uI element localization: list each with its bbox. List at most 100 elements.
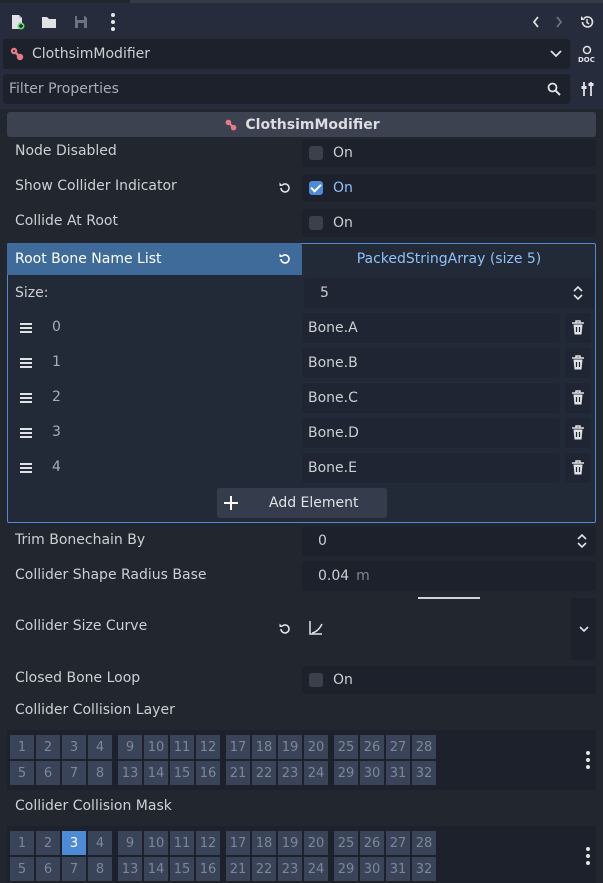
slider-grabber[interactable] [418,597,480,599]
filter-properties-field[interactable]: Filter Properties [3,74,570,104]
trash-icon[interactable] [565,313,591,343]
history-icon[interactable] [576,11,598,33]
chevron-right-icon[interactable] [548,11,570,33]
revert-icon[interactable] [277,621,293,637]
collision-layer-bit-3[interactable]: 3 [62,735,86,759]
collision-mask-bit-26[interactable]: 26 [360,831,384,855]
doc-icon[interactable]: DOC [575,43,599,65]
collision-layer-bit-13[interactable]: 13 [118,761,142,785]
kebab-menu-icon[interactable] [102,11,124,33]
collision-mask-bit-25[interactable]: 25 [334,831,358,855]
root-bone-name-list-value[interactable]: PackedStringArray (size 5) [302,243,596,275]
collision-layer-bit-22[interactable]: 22 [252,761,276,785]
collision-layer-bit-10[interactable]: 10 [144,735,168,759]
closed-bone-loop-checkbox[interactable]: On [302,666,596,694]
collision-mask-bit-7[interactable]: 7 [62,857,86,881]
collision-layer-bit-26[interactable]: 26 [360,735,384,759]
trash-icon[interactable] [565,348,591,378]
collision-layer-bit-5[interactable]: 5 [10,761,34,785]
collision-layer-bit-6[interactable]: 6 [36,761,60,785]
revert-icon[interactable] [277,180,293,196]
revert-icon[interactable] [278,252,292,266]
collision-layer-bit-14[interactable]: 14 [144,761,168,785]
trash-icon[interactable] [565,453,591,483]
drag-handle-icon[interactable] [20,323,32,333]
collision-layer-bit-9[interactable]: 9 [118,735,142,759]
array-item-field[interactable]: Bone.D [302,418,560,448]
collision-mask-bit-8[interactable]: 8 [88,857,112,881]
array-item-field[interactable]: Bone.B [302,348,560,378]
collision-mask-bit-22[interactable]: 22 [252,857,276,881]
collision-mask-bit-31[interactable]: 31 [386,857,410,881]
collision-mask-bit-19[interactable]: 19 [278,831,302,855]
collision-mask-bit-13[interactable]: 13 [118,857,142,881]
collision-mask-bit-2[interactable]: 2 [36,831,60,855]
collision-mask-bit-32[interactable]: 32 [412,857,436,881]
collide-at-root-checkbox[interactable]: On [302,209,596,237]
collision-mask-bit-12[interactable]: 12 [196,831,220,855]
kebab-menu-icon[interactable] [586,751,590,769]
collision-layer-bit-7[interactable]: 7 [62,761,86,785]
collision-mask-bit-21[interactable]: 21 [226,857,250,881]
trim-bonechain-by-spinbox[interactable]: 0 [302,526,596,556]
collision-mask-bit-27[interactable]: 27 [386,831,410,855]
collision-layer-bit-30[interactable]: 30 [360,761,384,785]
collision-mask-bit-20[interactable]: 20 [304,831,328,855]
drag-handle-icon[interactable] [20,393,32,403]
new-file-icon[interactable] [6,11,28,33]
collision-mask-bit-1[interactable]: 1 [10,831,34,855]
collision-layer-bit-29[interactable]: 29 [334,761,358,785]
curve-preview-icon[interactable] [308,620,324,640]
collider-shape-radius-base-field[interactable]: 0.04 m [302,561,596,591]
collision-mask-bit-11[interactable]: 11 [170,831,194,855]
array-size-spinbox[interactable]: 5 [304,278,594,308]
collision-mask-bit-10[interactable]: 10 [144,831,168,855]
trash-icon[interactable] [565,383,591,413]
collision-mask-bit-17[interactable]: 17 [226,831,250,855]
collision-layer-bit-25[interactable]: 25 [334,735,358,759]
array-item-field[interactable]: Bone.E [302,453,560,483]
collision-layer-bit-28[interactable]: 28 [412,735,436,759]
collision-mask-bit-28[interactable]: 28 [412,831,436,855]
array-item-field[interactable]: Bone.A [302,313,560,343]
tools-icon[interactable] [577,78,599,100]
collision-layer-bit-21[interactable]: 21 [226,761,250,785]
collision-layer-bit-27[interactable]: 27 [386,735,410,759]
collision-layer-bit-18[interactable]: 18 [252,735,276,759]
collision-layer-bit-2[interactable]: 2 [36,735,60,759]
collision-layer-bit-1[interactable]: 1 [10,735,34,759]
collision-layer-bit-11[interactable]: 11 [170,735,194,759]
collision-mask-bit-4[interactable]: 4 [88,831,112,855]
collision-layer-bit-16[interactable]: 16 [196,761,220,785]
collision-mask-bit-3[interactable]: 3 [62,831,86,855]
curve-dropdown-button[interactable] [571,598,596,660]
chevron-left-icon[interactable] [525,11,547,33]
folder-icon[interactable] [38,11,60,33]
collision-mask-bit-14[interactable]: 14 [144,857,168,881]
collision-layer-bit-15[interactable]: 15 [170,761,194,785]
collision-mask-bit-9[interactable]: 9 [118,831,142,855]
collision-layer-bit-4[interactable]: 4 [88,735,112,759]
collision-mask-bit-30[interactable]: 30 [360,857,384,881]
save-icon[interactable] [70,11,92,33]
collision-layer-bit-17[interactable]: 17 [226,735,250,759]
collision-layer-bit-23[interactable]: 23 [278,761,302,785]
drag-handle-icon[interactable] [20,428,32,438]
collision-mask-bit-18[interactable]: 18 [252,831,276,855]
collision-mask-bit-29[interactable]: 29 [334,857,358,881]
collision-layer-bit-32[interactable]: 32 [412,761,436,785]
collision-mask-bit-24[interactable]: 24 [304,857,328,881]
add-element-button[interactable]: Add Element [217,488,387,518]
drag-handle-icon[interactable] [20,463,32,473]
array-item-field[interactable]: Bone.C [302,383,560,413]
collision-layer-bit-8[interactable]: 8 [88,761,112,785]
collision-layer-bit-12[interactable]: 12 [196,735,220,759]
collision-layer-bit-31[interactable]: 31 [386,761,410,785]
collision-mask-bit-6[interactable]: 6 [36,857,60,881]
collision-layer-bit-24[interactable]: 24 [304,761,328,785]
collision-mask-bit-15[interactable]: 15 [170,857,194,881]
collision-mask-bit-23[interactable]: 23 [278,857,302,881]
spin-arrows-icon[interactable] [572,285,584,301]
kebab-menu-icon[interactable] [586,847,590,865]
object-selector[interactable]: ClothsimModifier [3,39,570,69]
